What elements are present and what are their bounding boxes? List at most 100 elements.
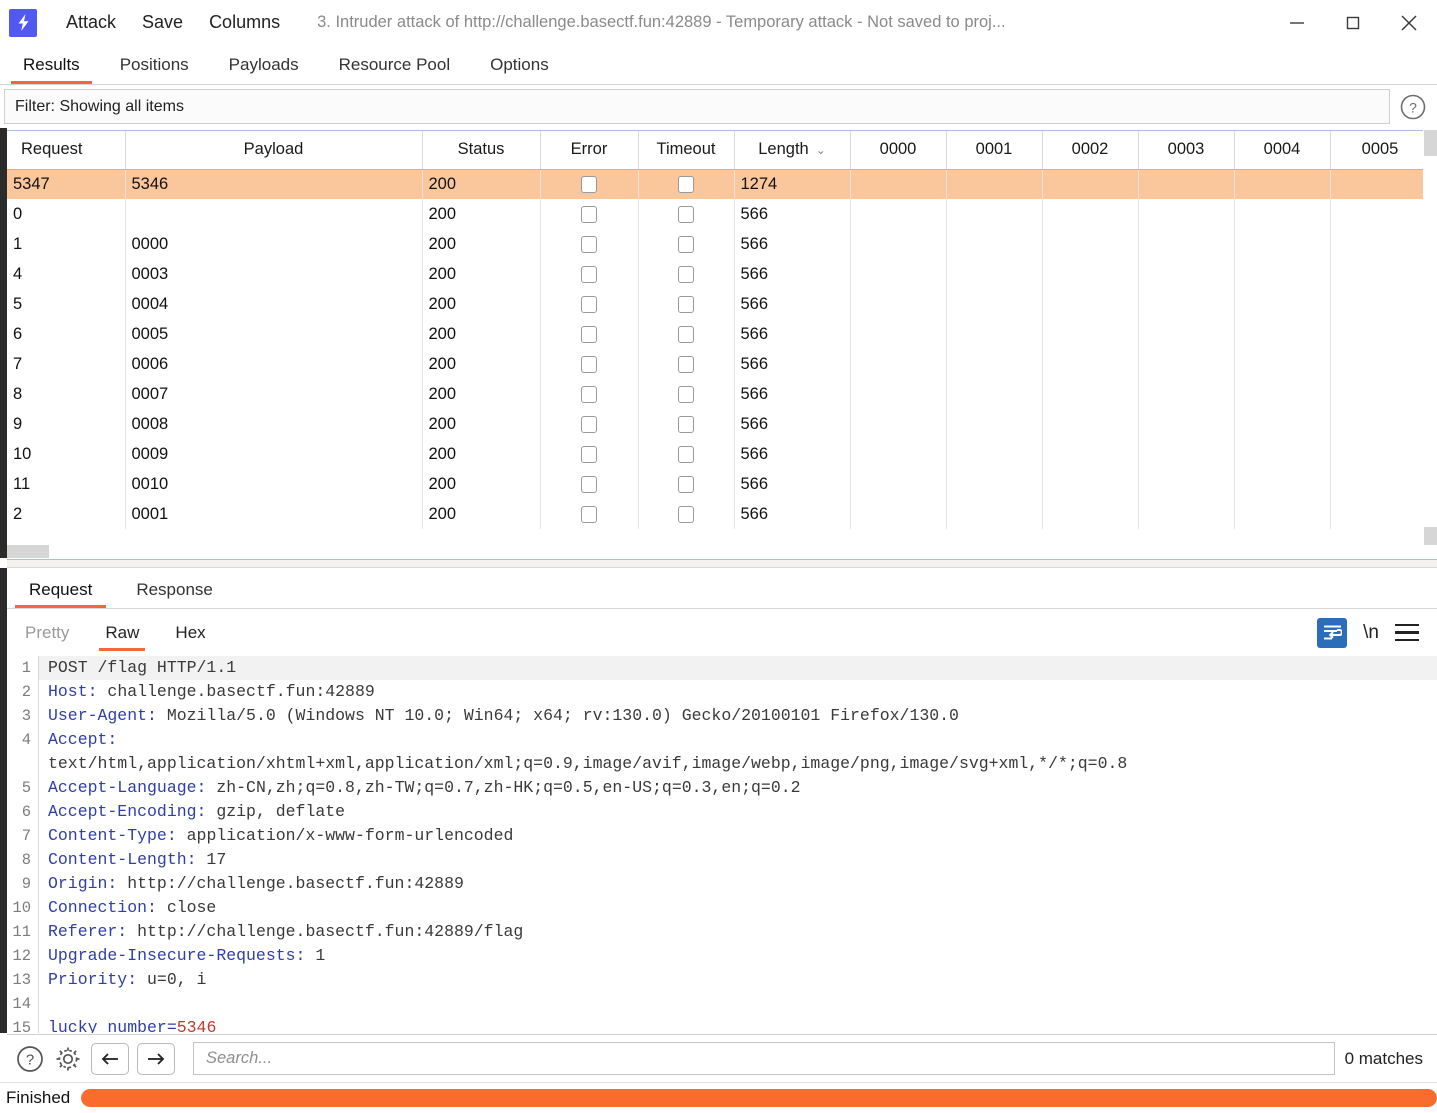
checkbox[interactable] [678, 505, 694, 523]
table-row[interactable]: 11 0010 200 566 [7, 469, 1430, 499]
col-header-status[interactable]: Status [422, 131, 541, 170]
close-icon[interactable] [1381, 0, 1437, 45]
checkbox[interactable] [581, 325, 597, 343]
checkbox[interactable] [581, 445, 597, 463]
cell-error[interactable] [540, 229, 639, 259]
checkbox[interactable] [678, 175, 694, 193]
checkbox[interactable] [581, 385, 597, 403]
cell-timeout[interactable] [638, 469, 735, 499]
checkbox[interactable] [581, 505, 597, 523]
col-header-timeout[interactable]: Timeout [638, 131, 735, 170]
table-row[interactable]: 5347 5346 200 1274 [7, 169, 1430, 199]
col-header-payload[interactable]: Payload [125, 131, 423, 170]
table-row[interactable]: 7 0006 200 566 [7, 349, 1430, 379]
col-header-0004[interactable]: 0004 [1234, 131, 1331, 170]
checkbox[interactable] [581, 265, 597, 283]
tab-resource-pool[interactable]: Resource Pool [319, 55, 471, 84]
table-row[interactable]: 4 0003 200 566 [7, 259, 1430, 289]
tab-request[interactable]: Request [7, 580, 114, 608]
cell-error[interactable] [540, 499, 639, 529]
cell-error[interactable] [540, 199, 639, 229]
view-tab-raw[interactable]: Raw [87, 611, 157, 655]
cell-error[interactable] [540, 319, 639, 349]
panel-split-handle[interactable] [7, 560, 1437, 568]
cell-timeout[interactable] [638, 289, 735, 319]
menu-save[interactable]: Save [129, 0, 196, 45]
cell-error[interactable] [540, 349, 639, 379]
col-header-0005[interactable]: 0005 [1330, 131, 1430, 170]
checkbox[interactable] [581, 205, 597, 223]
checkbox[interactable] [581, 355, 597, 373]
checkbox[interactable] [678, 475, 694, 493]
cell-timeout[interactable] [638, 169, 735, 199]
checkbox[interactable] [678, 235, 694, 253]
question-circle-icon[interactable]: ? [1393, 89, 1433, 124]
col-header-length[interactable]: Length ⌄ [734, 131, 851, 170]
table-row[interactable]: 10 0009 200 566 [7, 439, 1430, 469]
word-wrap-icon[interactable] [1317, 617, 1348, 648]
tab-positions[interactable]: Positions [100, 55, 209, 84]
col-header-0002[interactable]: 0002 [1042, 131, 1139, 170]
menu-columns[interactable]: Columns [196, 0, 293, 45]
checkbox[interactable] [678, 355, 694, 373]
search-input[interactable]: Search... [193, 1042, 1335, 1075]
table-row[interactable]: 2 0001 200 566 [7, 499, 1430, 529]
checkbox[interactable] [678, 445, 694, 463]
cell-error[interactable] [540, 379, 639, 409]
col-header-error[interactable]: Error [540, 131, 639, 170]
cell-timeout[interactable] [638, 199, 735, 229]
view-tab-hex[interactable]: Hex [157, 611, 223, 655]
col-header-0003[interactable]: 0003 [1138, 131, 1235, 170]
checkbox[interactable] [678, 205, 694, 223]
col-header-request[interactable]: Request [7, 131, 126, 170]
menu-attack[interactable]: Attack [53, 0, 129, 45]
cell-error[interactable] [540, 469, 639, 499]
checkbox[interactable] [581, 415, 597, 433]
scrollbar-thumb-top[interactable] [1424, 130, 1437, 156]
table-row[interactable]: 8 0007 200 566 [7, 379, 1430, 409]
results-horizontal-scrollbar[interactable] [7, 545, 1437, 558]
checkbox[interactable] [678, 295, 694, 313]
cell-error[interactable] [540, 169, 639, 199]
cell-timeout[interactable] [638, 349, 735, 379]
cell-error[interactable] [540, 409, 639, 439]
cell-error[interactable] [540, 289, 639, 319]
minimize-icon[interactable] [1269, 0, 1325, 45]
cell-error[interactable] [540, 259, 639, 289]
table-row[interactable]: 5 0004 200 566 [7, 289, 1430, 319]
tab-options[interactable]: Options [470, 55, 569, 84]
cell-timeout[interactable] [638, 439, 735, 469]
scrollbar-thumb-bottom[interactable] [1424, 527, 1437, 545]
cell-timeout[interactable] [638, 379, 735, 409]
find-previous-button[interactable] [91, 1042, 129, 1075]
table-row[interactable]: 1 0000 200 566 [7, 229, 1430, 259]
maximize-icon[interactable] [1325, 0, 1381, 45]
checkbox[interactable] [678, 325, 694, 343]
tab-response[interactable]: Response [114, 580, 235, 608]
checkbox[interactable] [678, 385, 694, 403]
table-row[interactable]: 6 0005 200 566 [7, 319, 1430, 349]
hamburger-menu-icon[interactable] [1395, 620, 1421, 646]
gear-icon[interactable] [53, 1044, 83, 1074]
request-raw-editor[interactable]: 1 POST /flag HTTP/1.1 2 Host: challenge.bas… [7, 656, 1437, 1033]
checkbox[interactable] [581, 475, 597, 493]
cell-timeout[interactable] [638, 259, 735, 289]
cell-timeout[interactable] [638, 319, 735, 349]
checkbox[interactable] [581, 175, 597, 193]
cell-timeout[interactable] [638, 409, 735, 439]
tab-results[interactable]: Results [3, 55, 100, 84]
cell-timeout[interactable] [638, 229, 735, 259]
col-header-0001[interactable]: 0001 [946, 131, 1043, 170]
filter-bar[interactable]: Filter: Showing all items [4, 89, 1390, 124]
find-next-button[interactable] [137, 1042, 175, 1075]
table-row[interactable]: 9 0008 200 566 [7, 409, 1430, 439]
checkbox[interactable] [678, 265, 694, 283]
checkbox[interactable] [581, 295, 597, 313]
cell-error[interactable] [540, 439, 639, 469]
checkbox[interactable] [581, 235, 597, 253]
tab-payloads[interactable]: Payloads [209, 55, 319, 84]
scrollbar-thumb-horizontal[interactable] [7, 545, 49, 558]
cell-timeout[interactable] [638, 499, 735, 529]
col-header-0000[interactable]: 0000 [850, 131, 947, 170]
table-row[interactable]: 0 200 566 [7, 199, 1430, 229]
